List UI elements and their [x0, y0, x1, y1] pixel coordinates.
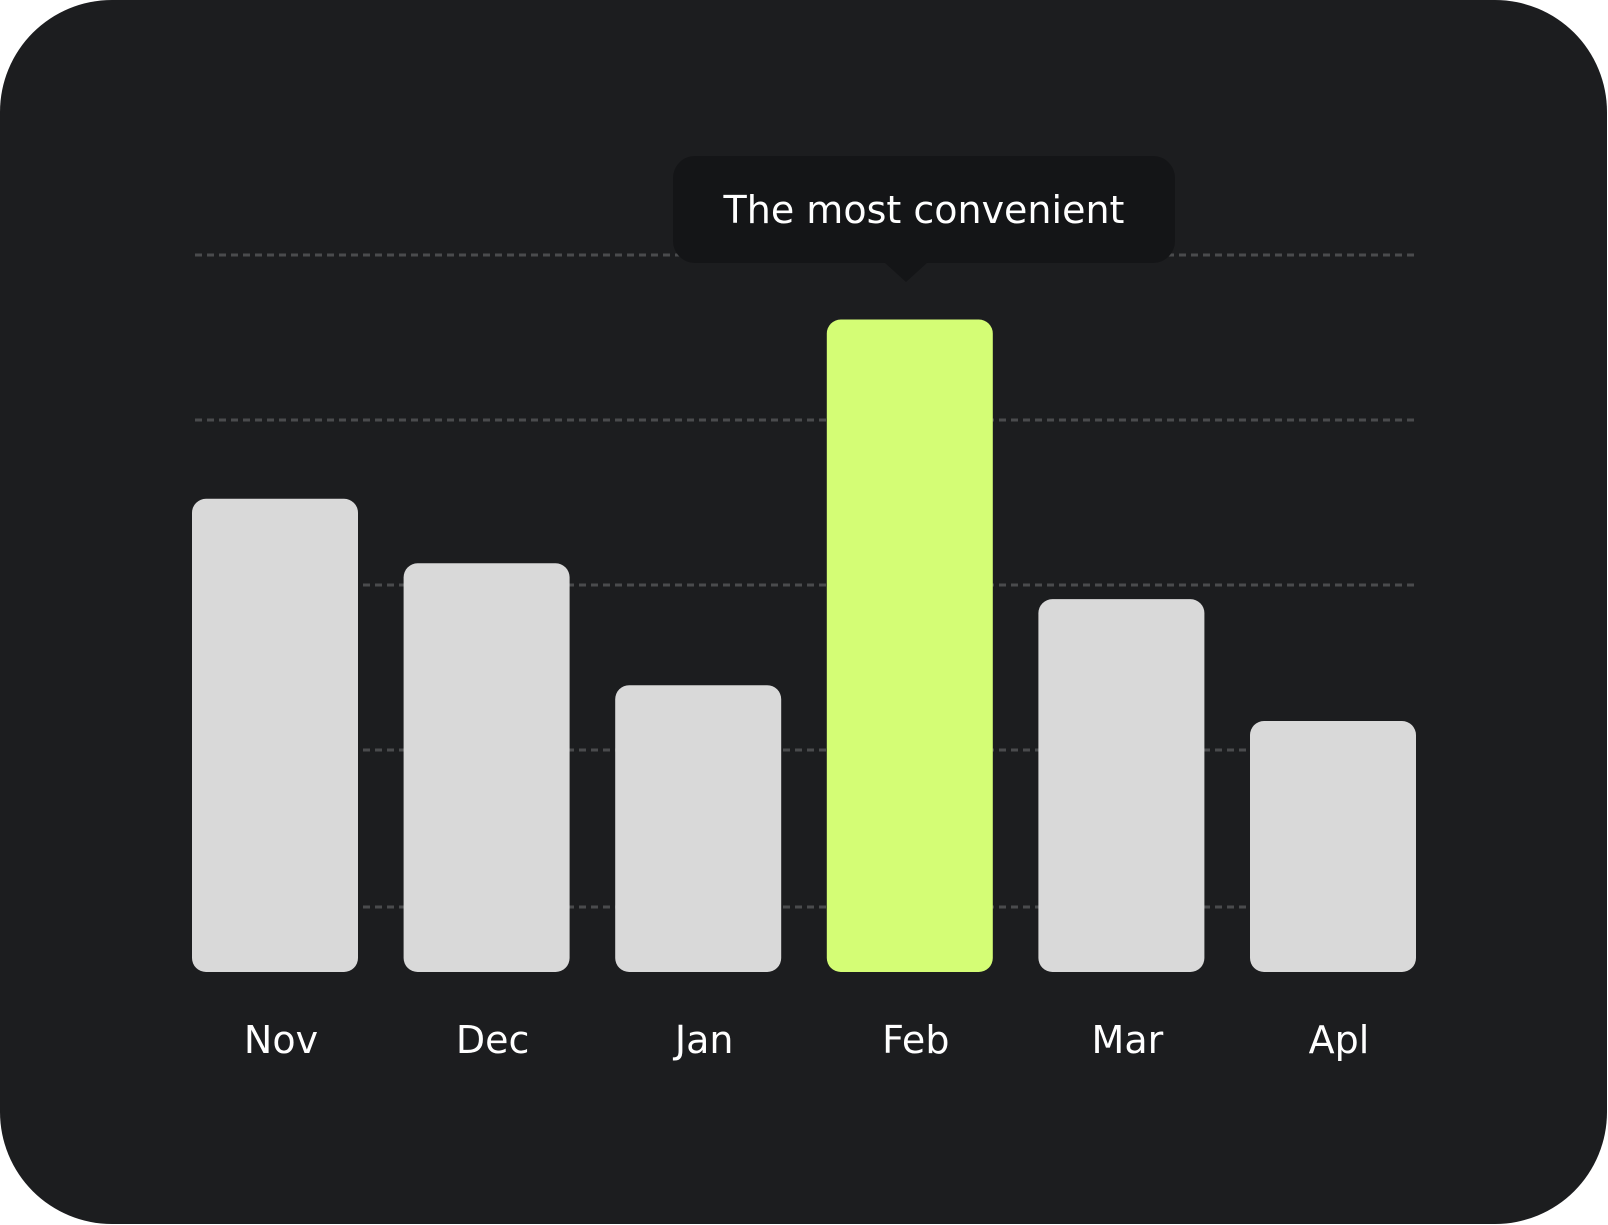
- bar-mar[interactable]: [1038, 599, 1205, 972]
- tooltip: The most convenient: [673, 156, 1175, 263]
- tooltip-text: The most convenient: [723, 187, 1125, 232]
- gridlines: [195, 253, 1416, 909]
- chart-card: Nov Dec Jan Feb Mar Apl The most convenient: [0, 0, 1607, 1224]
- x-tick-label: Apl: [1308, 1018, 1370, 1062]
- bar-jan[interactable]: [615, 685, 782, 972]
- x-tick-label: Mar: [1091, 1018, 1164, 1062]
- bars: [192, 319, 1416, 972]
- x-tick-label: Feb: [882, 1018, 950, 1062]
- x-tick-label: Jan: [674, 1018, 734, 1062]
- x-tick-label: Nov: [243, 1018, 319, 1062]
- bar-nov[interactable]: [192, 498, 358, 972]
- bar-dec[interactable]: [403, 563, 570, 972]
- tooltip-pointer: [884, 262, 928, 282]
- x-tick-label: Dec: [455, 1018, 530, 1062]
- bar-apl[interactable]: [1250, 721, 1416, 972]
- bar-feb[interactable]: [826, 319, 993, 972]
